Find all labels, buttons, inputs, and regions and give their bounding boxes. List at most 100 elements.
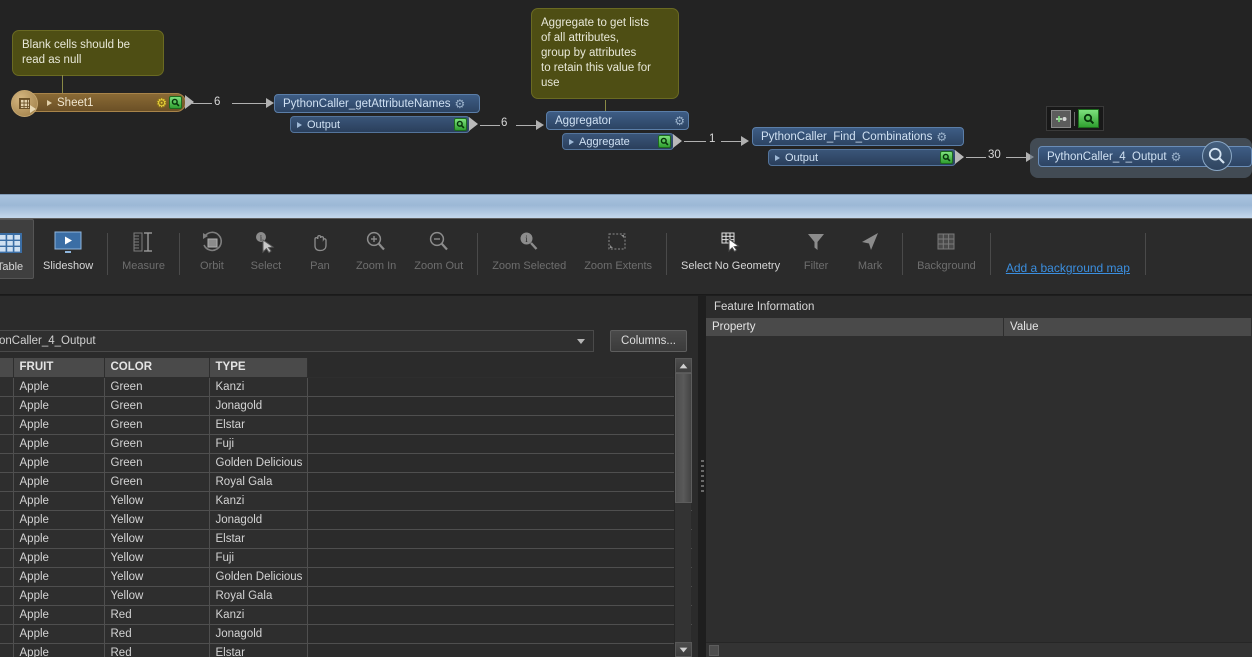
data-table-scroll-area[interactable]: FRUIT COLOR TYPE Apple Green Kanzi Apple Gre… xyxy=(0,358,692,657)
table-cell[interactable]: Elstar xyxy=(209,643,308,657)
table-cell[interactable]: Red xyxy=(104,643,210,657)
table-vertical-scrollbar[interactable] xyxy=(674,358,692,657)
feature-information-column-value[interactable]: Value xyxy=(1004,318,1252,337)
node-pythoncaller-getattributenames[interactable]: PythonCaller_getAttributeNames ⚙ xyxy=(274,94,480,113)
table-cell[interactable]: Jonagold xyxy=(209,510,308,530)
table-cell[interactable]: Green xyxy=(104,472,210,492)
table-row[interactable]: Apple Yellow Elstar xyxy=(0,529,692,549)
table-cell[interactable]: Apple xyxy=(13,453,105,473)
table-row[interactable]: Apple Green Elstar xyxy=(0,415,692,435)
scroll-thumb[interactable] xyxy=(675,373,692,503)
annotation-blank-cells[interactable]: Blank cells should be read as null xyxy=(12,30,164,76)
table-cell[interactable]: Yellow xyxy=(104,510,210,530)
table-cell[interactable]: Apple xyxy=(13,586,105,606)
column-header-color[interactable]: COLOR xyxy=(104,358,210,378)
gear-icon[interactable]: ⚙ xyxy=(936,131,947,143)
toolbar-button-zoom-out[interactable]: Zoom Out xyxy=(405,219,472,279)
table-cell[interactable]: Red xyxy=(104,605,210,625)
column-header-fruit[interactable]: FRUIT xyxy=(13,358,105,378)
table-row[interactable]: Apple Green Golden Delicious xyxy=(0,453,692,473)
scroll-down-arrow-icon[interactable] xyxy=(675,642,692,657)
table-cell[interactable]: Apple xyxy=(13,643,105,657)
table-row[interactable]: Apple Yellow Jonagold xyxy=(0,510,692,530)
table-cell[interactable]: Apple xyxy=(13,624,105,644)
toolbar-button-select[interactable]: i Select xyxy=(239,219,293,279)
output-port[interactable] xyxy=(673,134,682,148)
expand-triangle-icon[interactable] xyxy=(775,154,780,161)
table-cell[interactable]: Apple xyxy=(13,510,105,530)
node-pythoncaller-find-combinations[interactable]: PythonCaller_Find_Combinations ⚙ xyxy=(752,127,964,146)
table-row[interactable]: Apple Yellow Fuji xyxy=(0,548,692,568)
table-cell[interactable]: Apple xyxy=(13,472,105,492)
table-row[interactable]: Apple Green Jonagold xyxy=(0,396,692,416)
node-sheet1[interactable]: Sheet1 ⚙ xyxy=(11,90,194,117)
expand-triangle-icon[interactable] xyxy=(297,121,302,128)
table-cell[interactable]: Yellow xyxy=(104,586,210,606)
inspect-magnifier-icon[interactable] xyxy=(940,151,953,164)
expand-triangle-icon[interactable] xyxy=(47,99,52,106)
table-cell[interactable]: Yellow xyxy=(104,567,210,587)
table-cell[interactable]: Apple xyxy=(13,491,105,511)
toolbar-button-background[interactable]: Background xyxy=(908,219,985,279)
gear-icon[interactable]: ⚙ xyxy=(1171,151,1182,163)
gear-icon[interactable]: ⚙ xyxy=(156,97,167,109)
table-cell[interactable]: Red xyxy=(104,624,210,644)
table-cell[interactable]: Green xyxy=(104,377,210,397)
table-cell[interactable]: Apple xyxy=(13,396,105,416)
annotation-aggregate[interactable]: Aggregate to get lists of all attributes… xyxy=(531,8,679,99)
inspect-magnifier-icon[interactable] xyxy=(169,96,182,109)
feature-information-horizontal-scrollbar[interactable] xyxy=(706,642,1252,657)
inspect-magnifier-large-icon[interactable] xyxy=(1202,141,1232,171)
toolbar-button-measure[interactable]: Measure xyxy=(113,219,174,279)
toolbar-button-filter[interactable]: Filter xyxy=(789,219,843,279)
scroll-up-arrow-icon[interactable] xyxy=(675,358,692,373)
table-cell[interactable]: Green xyxy=(104,434,210,454)
port-aggregator-aggregate[interactable]: Aggregate xyxy=(562,133,682,150)
table-row[interactable]: Apple Green Kanzi xyxy=(0,377,692,397)
table-cell[interactable]: Apple xyxy=(13,434,105,454)
output-port[interactable] xyxy=(955,150,964,164)
table-cell[interactable]: Apple xyxy=(13,548,105,568)
inspect-magnifier-icon[interactable] xyxy=(1078,109,1099,128)
expand-triangle-icon[interactable] xyxy=(569,138,574,145)
table-cell[interactable]: Elstar xyxy=(209,415,308,435)
toolbar-button-slideshow[interactable]: Slideshow xyxy=(34,219,102,279)
table-cell[interactable]: Yellow xyxy=(104,548,210,568)
table-cell[interactable]: Apple xyxy=(13,377,105,397)
table-cell[interactable]: Green xyxy=(104,453,210,473)
toolbar-button-zoom-in[interactable]: Zoom In xyxy=(347,219,405,279)
toolbar-button-table[interactable]: Table xyxy=(0,219,34,279)
workspace-canvas[interactable]: Blank cells should be read as null Aggre… xyxy=(0,0,1252,194)
table-cell[interactable]: Golden Delicious xyxy=(209,453,308,473)
table-cell[interactable]: Jonagold xyxy=(209,396,308,416)
output-port[interactable] xyxy=(469,117,478,131)
table-cell[interactable]: Royal Gala xyxy=(209,472,308,492)
gear-icon[interactable]: ⚙ xyxy=(674,115,685,127)
toolbar-button-mark[interactable]: Mark xyxy=(843,219,897,279)
feature-information-column-property[interactable]: Property xyxy=(706,318,1004,337)
table-row[interactable]: Apple Yellow Kanzi xyxy=(0,491,692,511)
table-cell[interactable]: Apple xyxy=(13,605,105,625)
table-cell[interactable]: Apple xyxy=(13,529,105,549)
table-row[interactable]: Apple Red Kanzi xyxy=(0,605,692,625)
table-cell[interactable]: Kanzi xyxy=(209,491,308,511)
port-pythoncaller-find-combinations-output[interactable]: Output xyxy=(768,149,964,166)
table-cell[interactable]: Green xyxy=(104,396,210,416)
table-cell[interactable]: Apple xyxy=(13,567,105,587)
scroll-thumb[interactable] xyxy=(709,645,719,656)
table-cell[interactable]: Fuji xyxy=(209,434,308,454)
table-cell[interactable]: Kanzi xyxy=(209,605,308,625)
add-feature-icon[interactable] xyxy=(1051,109,1071,128)
table-cell[interactable]: Jonagold xyxy=(209,624,308,644)
table-cell[interactable]: Apple xyxy=(13,415,105,435)
inspect-magnifier-icon[interactable] xyxy=(454,118,467,131)
toolbar-button-zoom-selected[interactable]: i Zoom Selected xyxy=(483,219,575,279)
toolbar-button-pan[interactable]: Pan xyxy=(293,219,347,279)
table-cell[interactable]: Royal Gala xyxy=(209,586,308,606)
table-cell[interactable]: Elstar xyxy=(209,529,308,549)
table-row[interactable]: Apple Red Elstar xyxy=(0,643,692,657)
toolbar-button-orbit[interactable]: Orbit xyxy=(185,219,239,279)
chevron-down-icon[interactable] xyxy=(577,338,585,344)
dataset-selector[interactable]: onCaller_4_Output xyxy=(0,330,594,352)
table-cell[interactable]: Kanzi xyxy=(209,377,308,397)
